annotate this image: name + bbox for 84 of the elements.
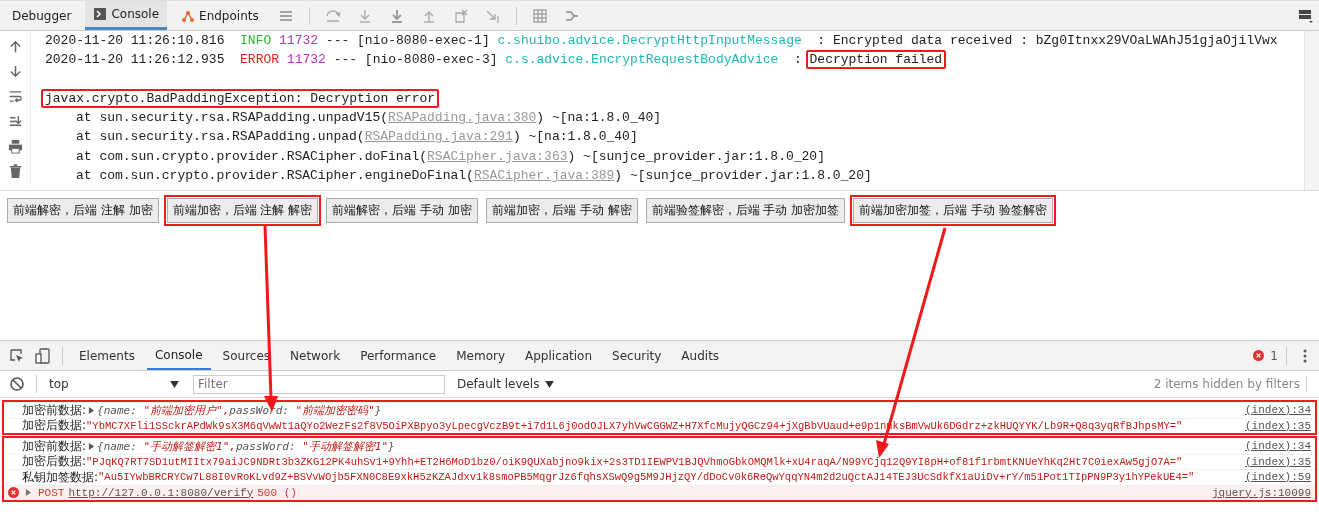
thread-name: [nio-8080-exec-3] [364,52,498,68]
stack-frame: at com.sun.crypto.provider.RSACipher.engineDoFinal( [76,168,474,184]
log-label: 加密后数据: [22,418,87,434]
stack-jar: ) ~[sunjce_provider.jar:1.8.0_20] [614,168,872,184]
devtools-tab[interactable]: Audits [673,341,728,370]
device-icon[interactable] [35,347,51,364]
devtools-tab[interactable]: Elements [71,341,143,370]
request-url[interactable]: http://127.0.0.1:8080/verify [68,486,254,499]
error-icon [1253,350,1265,361]
log-timestamp: 2020-11-20 11:26:12.935 [45,52,225,68]
trash-icon[interactable] [7,164,23,179]
log-separator: --- [325,33,350,48]
string-value: "PJqKQ7RT7SD1utMIItx79aiJC9NDRt3b3ZKG12PK4uhSv1+9Yhh+ET2H6MoD1bz0/oiK9QUXabjno9kix+2s3TD1IEWPV1BJQVhmoGbkOMQMlk+xU4raqA/N99YCjq12Q9YI8pH+of81f1rbmtKNUeYhKq2Ht7C0iexAw5gjO7A=" [86,455,1183,468]
devtools-tab[interactable]: Performance [352,341,445,370]
action-button[interactable]: 前端加密，后端 手动 解密 [485,198,638,223]
log-timestamp: 2020-11-20 11:26:10.816 [45,33,225,48]
devtools-tab[interactable]: Memory [448,341,513,370]
nodes-icon [181,8,196,23]
log-separator: --- [333,52,358,68]
source-link[interactable]: (index):35 [1245,419,1315,432]
dropdown-arrow-icon [170,380,179,388]
log-colon: : [793,52,802,68]
log-label: 加密后数据: [22,454,87,470]
error-icon [8,487,19,499]
action-button[interactable]: 前端解密，后端 手动 加密 [326,198,478,223]
log-message: Decryption failed [805,50,947,70]
devtools-tab[interactable]: Security [604,341,670,370]
object-preview[interactable]: {name: "手动解签解密1",passWord: "手动解签解密1"} [97,438,395,454]
log-level: ERROR [240,52,280,68]
devtools-tab[interactable]: Console [146,341,211,370]
string-value: "Au5IYwbBRCRYCw7L88I0vRoKLvd9Z+BSVvWOjb5FXN0C8E9xkH5zKZAJdxv1k8smoPB5MqgrJz6fqhsXSwQ9g5M9JHjzQY/dDoCv0k6ReQwYqqYN4m2d2uQctAJ14TEJ3UcSdkfX1aUiDv+rY/m51Pot1TIpPN9P3y1hYPekUE4=" [98,471,1195,484]
tool-window-tab[interactable]: Console [85,1,168,30]
logger-name: c.shuibo.advice.DecryptHttpInputMessage [497,33,802,48]
clear-icon[interactable] [9,376,25,392]
log-level: INFO [240,33,272,48]
context-select[interactable]: top [45,377,179,391]
stack-jar: ) ~[sunjce_provider.jar:1.8.0_20] [567,148,825,164]
stack-frame: at sun.security.rsa.RSAPadding.unpadV15( [76,110,389,126]
inspect-icon[interactable] [9,347,25,364]
exception-message: javax.crypto.BadPaddingException: Decryption error [41,88,440,108]
expand-icon[interactable] [25,489,32,497]
thread-name: [nio-8080-exec-1] [357,33,490,48]
levels-dropdown[interactable]: Default levels [457,377,555,391]
scrollbar[interactable] [1304,31,1319,190]
stack-jar: ) ~[na:1.8.0_40] [512,129,638,145]
more-icon[interactable] [1303,347,1307,364]
action-button[interactable]: 前端加密，后端 注解 解密 [166,198,319,223]
process-id: 11732 [286,52,326,68]
source-link[interactable]: (index):59 [1245,471,1315,484]
layout-icon[interactable] [1298,7,1314,24]
soft-wrap-icon[interactable] [7,89,23,104]
source-link[interactable]: (index):34 [1245,404,1315,417]
status-code: 500 () [257,486,297,499]
source-link[interactable]: (index):35 [1245,455,1315,468]
object-preview[interactable]: {name: "前端加密用户",passWord: "前端加密密码"} [97,402,382,418]
source-link[interactable]: jquery.js:10099 [1211,486,1315,499]
terminal-icon [93,7,108,21]
stack-jar: ) ~[na:1.8.0_40] [536,110,662,126]
expand-icon[interactable] [88,442,96,450]
logger-name: c.s.advice.EncryptRequestBodyAdvice [505,52,779,68]
stack-frame: at sun.security.rsa.RSAPadding.unpad( [76,129,365,145]
devtools-tab[interactable]: Network [282,341,349,370]
process-id: 11732 [279,33,319,48]
error-count: 1 [1270,348,1278,363]
log-label: 加密前数据: [22,438,87,454]
action-button[interactable]: 前端验签解密，后端 手动 加密加签 [645,198,846,223]
stack-frame: at com.sun.crypto.provider.RSACipher.doFinal( [76,148,428,164]
scroll-to-end-icon[interactable] [7,114,23,129]
action-button[interactable]: 前端加密加签，后端 手动 验签解密 [853,198,1053,223]
request-method: POST [38,486,65,499]
tool-window-tab[interactable]: Debugger [4,1,80,30]
log-colon: : [817,33,826,48]
devtools-tab[interactable]: Application [517,341,601,370]
action-button[interactable]: 前端解密，后端 注解 加密 [7,198,159,223]
expand-icon[interactable] [88,406,96,414]
tool-window-tab[interactable]: Endpoints [173,1,267,30]
hidden-items-note: 2 items hidden by filters [1153,377,1307,391]
source-link[interactable]: (index):34 [1245,440,1315,453]
print-icon[interactable] [7,139,23,154]
log-message: Encrypted data received : bZg0Itnxx29VOaLWAhJ51gjaOjilVwx [832,33,1278,48]
log-label: 私钥加签数据: [22,469,99,485]
filter-field[interactable]: Filter [193,374,445,394]
dropdown-arrow-icon [545,380,555,388]
log-label: 加密前数据: [22,402,87,418]
